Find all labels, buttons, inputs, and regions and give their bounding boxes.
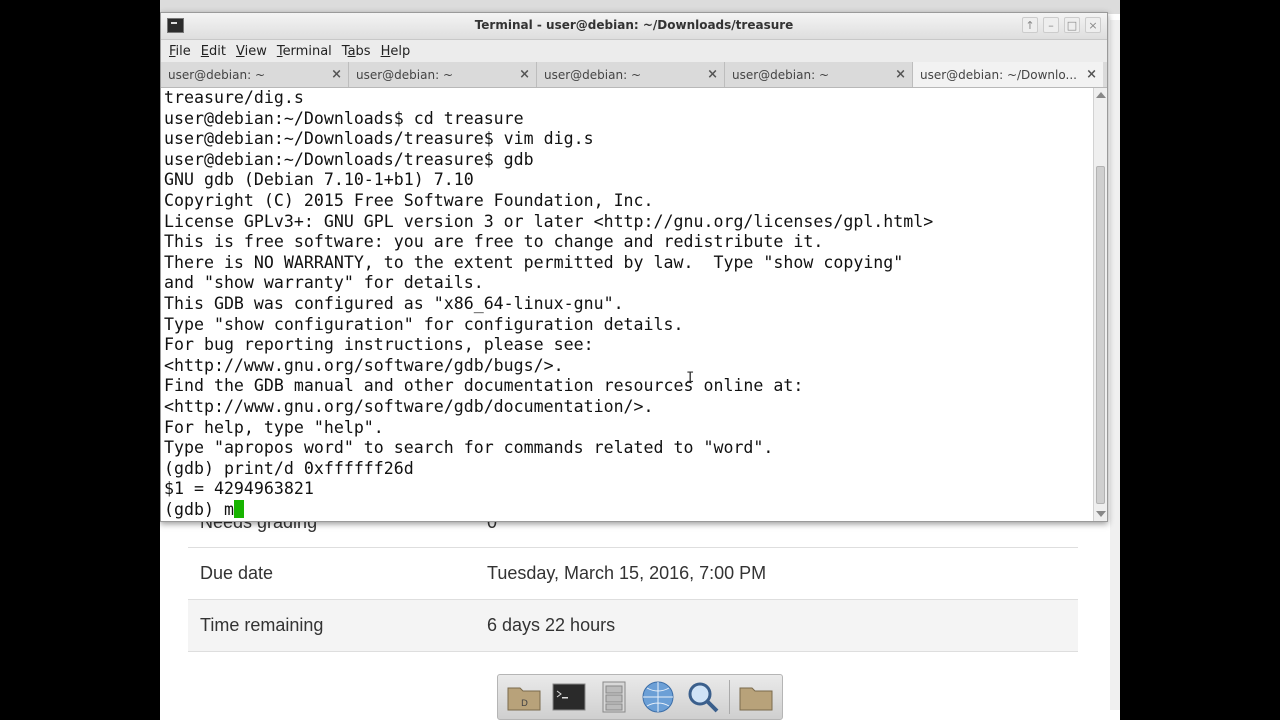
terminal-line: Find the GDB manual and other documentat… (164, 376, 804, 396)
text-cursor (233, 499, 244, 518)
tab-label: user@debian: ~ (356, 67, 453, 82)
tab-3[interactable]: user@debian: ~ × (537, 62, 725, 87)
tab-label: user@debian: ~ (544, 67, 641, 82)
svg-text:D: D (521, 699, 528, 709)
row-value: 6 days 22 hours (487, 615, 616, 635)
menu-tabs[interactable]: Tabs (342, 44, 371, 59)
terminal-scrollbar[interactable] (1093, 88, 1107, 521)
scroll-down-icon[interactable] (1096, 511, 1106, 517)
menu-file[interactable]: File (169, 44, 191, 59)
terminal-line: <http://www.gnu.org/software/gdb/bugs/>. (164, 355, 564, 375)
window-controls: ↑ – □ × (1022, 17, 1101, 33)
table-row-time-remaining: Time remaining 6 days 22 hours (188, 600, 1078, 652)
menu-edit[interactable]: Edit (201, 44, 226, 59)
close-icon[interactable]: × (895, 67, 906, 82)
search-icon[interactable] (684, 678, 722, 716)
terminal-line: user@debian:~/Downloads/treasure$ vim di… (164, 129, 594, 149)
row-label: Due date (200, 563, 274, 583)
tab-label: user@debian: ~/Downlo... (920, 67, 1077, 82)
terminal-line: user@debian:~/Downloads/treasure$ gdb (164, 149, 534, 169)
terminal-window: Terminal - user@debian: ~/Downloads/trea… (160, 12, 1108, 522)
folder-icon[interactable] (737, 678, 775, 716)
prompt-line: (gdb) m (164, 499, 234, 519)
tab-label: user@debian: ~ (168, 67, 265, 82)
menu-bar: File Edit View Terminal Tabs Help (161, 40, 1107, 62)
dock: D (497, 674, 783, 720)
terminal-line: $1 = 4294963821 (164, 479, 314, 499)
tab-5-active[interactable]: user@debian: ~/Downlo... × (913, 62, 1103, 87)
terminal-line: and "show warranty" for details. (164, 273, 484, 293)
web-browser-icon[interactable] (639, 678, 677, 716)
terminal-line: For help, type "help". (164, 417, 384, 437)
terminal-line: This is free software: you are free to c… (164, 232, 824, 252)
tab-2[interactable]: user@debian: ~ × (349, 62, 537, 87)
file-cabinet-icon[interactable] (595, 678, 633, 716)
terminal-line: (gdb) print/d 0xffffff26d (164, 458, 414, 478)
tab-label: user@debian: ~ (732, 67, 829, 82)
close-icon[interactable]: × (707, 67, 718, 82)
terminal-line: GNU gdb (Debian 7.10-1+b1) 7.10 (164, 170, 474, 190)
table-row-due-date: Due date Tuesday, March 15, 2016, 7:00 P… (188, 548, 1078, 600)
close-icon[interactable]: × (331, 67, 342, 82)
tab-4[interactable]: user@debian: ~ × (725, 62, 913, 87)
terminal-line: This GDB was configured as "x86_64-linux… (164, 293, 624, 313)
terminal-line: Copyright (C) 2015 Free Software Foundat… (164, 190, 654, 210)
close-icon[interactable]: × (519, 67, 530, 82)
terminal-line: user@debian:~/Downloads$ cd treasure (164, 108, 524, 128)
menu-view[interactable]: View (236, 44, 267, 59)
terminal-output[interactable]: treasure/dig.s user@debian:~/Downloads$ … (161, 88, 1093, 521)
maximize-button[interactable]: □ (1064, 17, 1080, 33)
terminal-line: Type "show configuration" for configurat… (164, 314, 684, 334)
background-page-scrollbar[interactable] (1110, 20, 1120, 710)
home-folder-icon[interactable]: D (505, 678, 543, 716)
terminal-text: treasure/dig.s user@debian:~/Downloads$ … (161, 88, 1093, 520)
close-icon[interactable]: × (1086, 67, 1097, 82)
dock-separator (728, 680, 730, 714)
menu-terminal[interactable]: Terminal (277, 44, 332, 59)
window-titlebar[interactable]: Terminal - user@debian: ~/Downloads/trea… (161, 13, 1107, 40)
text-cursor-icon: I (686, 370, 694, 386)
scroll-up-icon[interactable] (1096, 92, 1106, 98)
close-button[interactable]: × (1085, 17, 1101, 33)
terminal-icon[interactable] (550, 678, 588, 716)
menu-help[interactable]: Help (381, 44, 411, 59)
row-label: Time remaining (200, 615, 324, 635)
row-value: Tuesday, March 15, 2016, 7:00 PM (487, 563, 767, 583)
terminal-line: treasure/dig.s (164, 88, 304, 107)
scrollbar-thumb[interactable] (1096, 166, 1105, 504)
terminal-line: License GPLv3+: GNU GPL version 3 or lat… (164, 211, 934, 231)
terminal-line: There is NO WARRANTY, to the extent perm… (164, 252, 904, 272)
tab-1[interactable]: user@debian: ~ × (161, 62, 349, 87)
terminal-line: <http://www.gnu.org/software/gdb/documen… (164, 396, 654, 416)
terminal-line: For bug reporting instructions, please s… (164, 335, 594, 355)
terminal-line: Type "apropos word" to search for comman… (164, 438, 774, 458)
window-title: Terminal - user@debian: ~/Downloads/trea… (474, 18, 794, 32)
tab-bar: user@debian: ~ × user@debian: ~ × user@d… (161, 62, 1107, 88)
minimize-button[interactable]: – (1043, 17, 1059, 33)
keep-above-button[interactable]: ↑ (1022, 17, 1038, 33)
